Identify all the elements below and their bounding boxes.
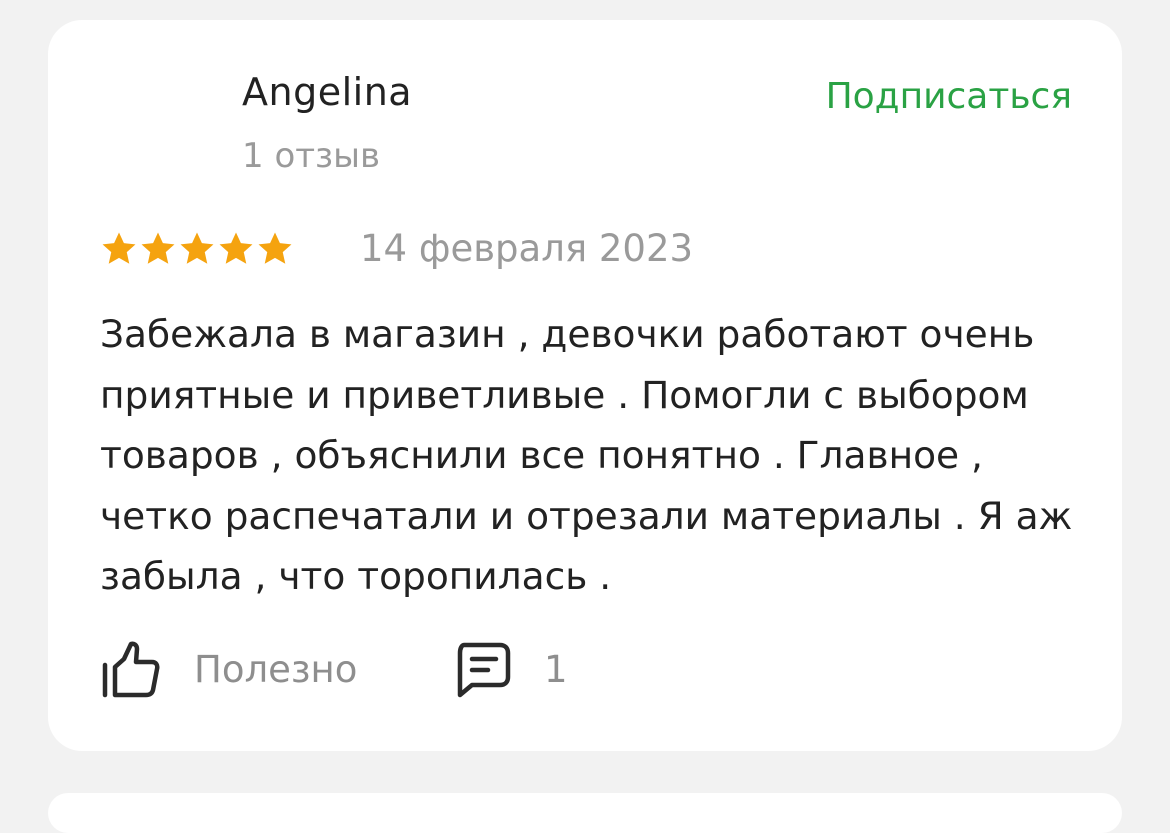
author-name[interactable]: Angelina <box>242 70 412 114</box>
next-card-edge <box>48 793 1122 833</box>
star-icon <box>102 232 136 264</box>
comments-button[interactable]: 1 <box>452 634 568 704</box>
star-icon <box>219 232 253 264</box>
comments-count: 1 <box>544 647 568 691</box>
author-review-count: 1 отзыв <box>242 136 381 176</box>
subscribe-button[interactable]: Подписаться <box>826 76 1072 117</box>
star-icon <box>141 232 175 264</box>
review-card: Angelina 1 отзыв Подписаться 14 февраля … <box>48 20 1122 751</box>
star-icon <box>180 232 214 264</box>
comment-icon <box>457 642 511 698</box>
review-text: Забежала в магазин , девочки работают оч… <box>100 312 1073 598</box>
thumbs-up-icon <box>102 641 160 698</box>
star-icon <box>258 232 292 264</box>
review-date: 14 февраля 2023 <box>360 227 694 270</box>
helpful-label: Полезно <box>194 647 358 691</box>
star-rating <box>100 230 294 268</box>
helpful-button[interactable]: Полезно <box>100 634 357 704</box>
